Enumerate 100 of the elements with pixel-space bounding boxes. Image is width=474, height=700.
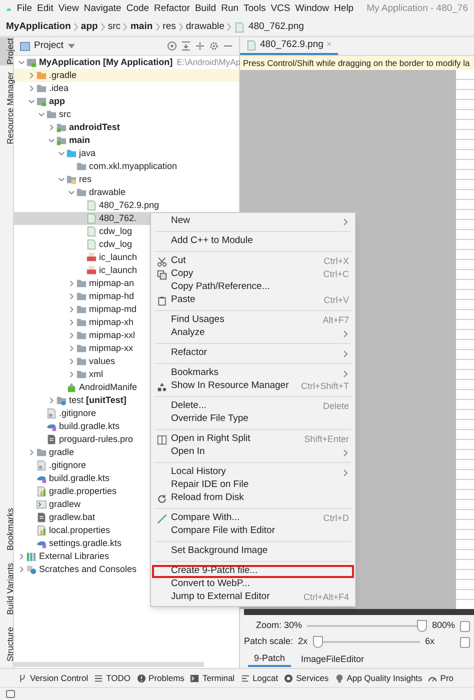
menu-bar-item[interactable]: Tools	[244, 2, 266, 16]
tree-item[interactable]: drawable	[14, 186, 239, 199]
breadcrumb-item[interactable]: app	[80, 20, 98, 34]
menu-bar-item[interactable]: Run	[221, 2, 239, 16]
breadcrumb-item[interactable]: res	[162, 20, 176, 34]
tool-window-tab[interactable]: Bookmarks	[0, 507, 13, 552]
tool-window-tab[interactable]: Structure	[0, 626, 13, 662]
tree-item[interactable]: main	[14, 134, 239, 147]
menu-bar-item[interactable]: Refactor	[154, 2, 190, 16]
editor-mode-tab[interactable]: 9-Patch	[248, 652, 292, 667]
tree-item-label: gradle.properties	[49, 484, 117, 498]
tool-window-tab[interactable]: Resource Manager	[0, 71, 13, 146]
tool-window-button[interactable]: Services	[284, 672, 329, 684]
terminal-file-icon	[36, 499, 47, 510]
breadcrumb-item[interactable]: MyApplication	[6, 20, 71, 34]
menu-bar-item[interactable]: Navigate	[84, 2, 122, 16]
tool-window-button[interactable]: Pro	[428, 672, 454, 684]
tool-window-button[interactable]: Logcat	[240, 672, 278, 684]
menu-item[interactable]: Add C++ to Module	[155, 235, 351, 248]
tree-item-label: 480_762.9.png	[99, 198, 160, 212]
menu-item[interactable]: Find Usages Alt+F7	[155, 314, 351, 327]
menu-item[interactable]: Compare With... Ctrl+D	[155, 512, 351, 525]
chevron-down-icon[interactable]	[18, 59, 24, 66]
menu-item[interactable]: Reload from Disk	[155, 492, 351, 505]
tree-item-label: drawable	[89, 186, 126, 199]
menu-bar-item[interactable]: View	[58, 2, 79, 16]
tree-item[interactable]: java	[14, 147, 239, 160]
menu-item[interactable]: Local History	[155, 466, 351, 479]
tree-item[interactable]: .gradle	[14, 69, 239, 82]
slider-thumb[interactable]	[416, 620, 427, 632]
menu-bar-item[interactable]: Window	[295, 2, 330, 16]
slider[interactable]	[312, 636, 420, 648]
chevron-right-icon[interactable]	[48, 124, 54, 131]
tool-window-button[interactable]: Version Control	[18, 672, 88, 684]
breadcrumb-item[interactable]: src	[108, 20, 120, 34]
collapse-all-icon[interactable]	[181, 41, 191, 51]
split-view-icon	[157, 434, 167, 444]
menu-item[interactable]: Copy Ctrl+C	[155, 268, 351, 281]
panel-title[interactable]: Project	[34, 38, 64, 54]
status-window-icon[interactable]	[6, 690, 15, 698]
tree-item[interactable]: src	[14, 108, 239, 121]
project-path: E:\Android\MyAp	[176, 56, 240, 69]
tool-window-button[interactable]: Terminal	[190, 672, 235, 684]
menu-item[interactable]: Open In	[155, 446, 351, 459]
tool-window-button[interactable]: App Quality Insights	[334, 672, 422, 684]
menu-item[interactable]: Show In Resource Manager Ctrl+Shift+T	[155, 380, 351, 393]
tool-window-tab[interactable]: Project	[0, 37, 13, 66]
expand-all-icon[interactable]	[195, 41, 205, 51]
menu-item[interactable]: Analyze	[155, 327, 351, 340]
folder-icon	[66, 148, 77, 159]
slider[interactable]	[307, 620, 427, 632]
breadcrumb-item[interactable]: 480_762.png	[248, 20, 304, 34]
tree-item[interactable]: MyApplication [My Application] E:\Android\MyAp	[14, 56, 239, 69]
tree-item[interactable]: com.xkl.myapplication	[14, 160, 239, 173]
menu-item[interactable]: Open in Right Split Shift+Enter	[155, 433, 351, 446]
menu-item[interactable]: Set Background Image	[155, 545, 351, 558]
caret-icon[interactable]	[68, 44, 75, 48]
slider-thumb[interactable]	[312, 636, 323, 648]
menu-item[interactable]: Bookmarks	[155, 367, 351, 380]
menu-item[interactable]: Jump to External Editor Ctrl+Alt+F4	[155, 591, 351, 604]
menu-item[interactable]: Cut Ctrl+X	[155, 255, 351, 268]
breadcrumb-item[interactable]: main	[130, 20, 153, 34]
menu-item[interactable]: Compare File with Editor	[155, 525, 351, 538]
menu-item[interactable]: Create 9-Patch file...	[152, 565, 354, 578]
chevron-right-icon[interactable]	[28, 449, 34, 456]
menu-bar-item[interactable]: Code	[126, 2, 150, 16]
tree-item[interactable]: app	[14, 95, 239, 108]
checkbox[interactable]	[460, 636, 470, 648]
horizontal-scrollbar[interactable]	[14, 662, 204, 667]
menu-bar-item[interactable]: File	[16, 2, 32, 16]
settings-icon[interactable]	[209, 41, 219, 51]
tool-window-button[interactable]: TODO	[94, 672, 131, 684]
tool-window-tab[interactable]: Build Variants	[0, 562, 13, 616]
menu-bar-item[interactable]: VCS	[270, 2, 290, 16]
target-icon[interactable]	[167, 41, 177, 51]
tool-window-button[interactable]: Problems	[136, 672, 184, 684]
menu-item[interactable]: Override File Type	[155, 413, 351, 426]
patch-scale-label: Patch scale:	[244, 635, 294, 648]
menu-item[interactable]: Convert to WebP...	[155, 578, 351, 591]
tree-item-label: proguard-rules.pro	[59, 432, 134, 446]
menu-bar-item[interactable]: Edit	[37, 2, 54, 16]
gitignore-icon	[46, 408, 57, 419]
copy-icon	[157, 270, 167, 280]
tree-item[interactable]: 480_762.9.png	[14, 199, 239, 212]
tree-item[interactable]: androidTest	[14, 121, 239, 134]
menu-bar-item[interactable]: Build	[194, 2, 216, 16]
chevron-right-icon[interactable]	[48, 397, 54, 404]
menu-bar-item[interactable]: Help	[334, 2, 354, 16]
menu-item[interactable]: Repair IDE on File	[155, 479, 351, 492]
tree-item[interactable]: res	[14, 173, 239, 186]
menu-item[interactable]: Delete... Delete	[155, 400, 351, 413]
editor-mode-tab[interactable]: ImageFileEditor	[295, 652, 370, 667]
breadcrumb-item[interactable]: drawable	[186, 20, 224, 34]
tree-item[interactable]: .idea	[14, 82, 239, 95]
patch-scale-max: 6x	[425, 635, 436, 648]
menu-item[interactable]: Copy Path/Reference...	[155, 281, 351, 294]
tree-item-label: xml	[89, 368, 103, 381]
tree-item-label: app	[49, 94, 66, 108]
checkbox[interactable]	[460, 620, 470, 632]
tree-item-label: gradlew	[49, 498, 81, 511]
